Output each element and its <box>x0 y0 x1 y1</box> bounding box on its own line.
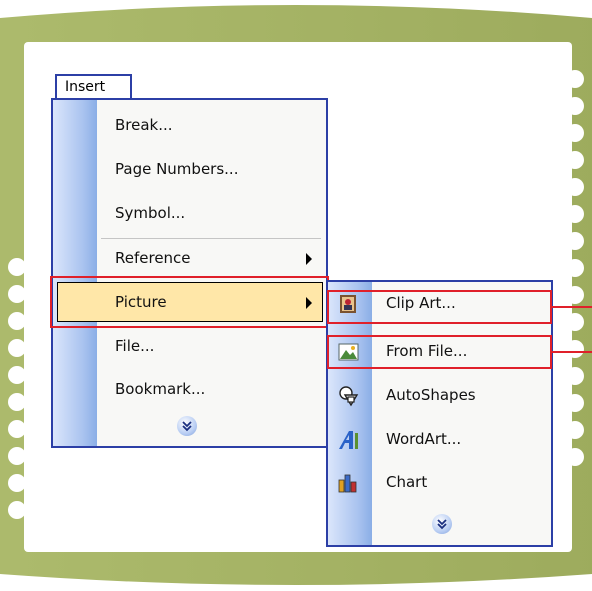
menu-item-label: Break... <box>115 116 173 134</box>
menu-item-break[interactable]: Break... <box>53 106 326 146</box>
wordart-icon <box>337 429 361 451</box>
submenu-arrow-icon <box>306 253 312 265</box>
submenu-item-label: AutoShapes <box>386 386 476 404</box>
insert-menu-tab[interactable]: Insert <box>55 74 132 100</box>
submenu-item-wordart[interactable]: WordArt... <box>328 421 551 459</box>
picture-highlight-box <box>50 276 329 328</box>
submenu-item-autoshapes[interactable]: AutoShapes <box>328 377 551 415</box>
menu-item-label: Reference <box>115 249 191 267</box>
menu-item-file[interactable]: File... <box>53 327 326 367</box>
menu-item-reference[interactable]: Reference <box>53 239 326 279</box>
double-chevron-down-icon[interactable] <box>432 514 452 534</box>
menu-item-page-numbers[interactable]: Page Numbers... <box>53 150 326 190</box>
from-file-highlight-box <box>327 335 552 369</box>
submenu-item-chart[interactable]: Chart <box>328 464 551 502</box>
menu-item-bookmark[interactable]: Bookmark... <box>53 370 326 410</box>
submenu-item-label: Chart <box>386 473 428 491</box>
chart-icon <box>337 472 361 494</box>
menu-item-label: Symbol... <box>115 204 186 222</box>
menu-item-symbol[interactable]: Symbol... <box>53 194 326 234</box>
double-chevron-down-icon[interactable] <box>177 416 197 436</box>
insert-menu: Break... Page Numbers... Symbol... Refer… <box>51 98 328 448</box>
clip-art-callout-line <box>552 306 592 308</box>
clip-art-highlight-box <box>327 290 552 324</box>
top-wave-decoration <box>0 0 592 18</box>
menu-item-label: Bookmark... <box>115 380 206 398</box>
autoshapes-icon <box>337 385 361 407</box>
bottom-wave-decoration <box>0 574 592 591</box>
submenu-item-label: WordArt... <box>386 430 462 448</box>
menu-item-label: Page Numbers... <box>115 160 239 178</box>
from-file-callout-line <box>552 351 592 353</box>
menu-item-label: File... <box>115 337 155 355</box>
